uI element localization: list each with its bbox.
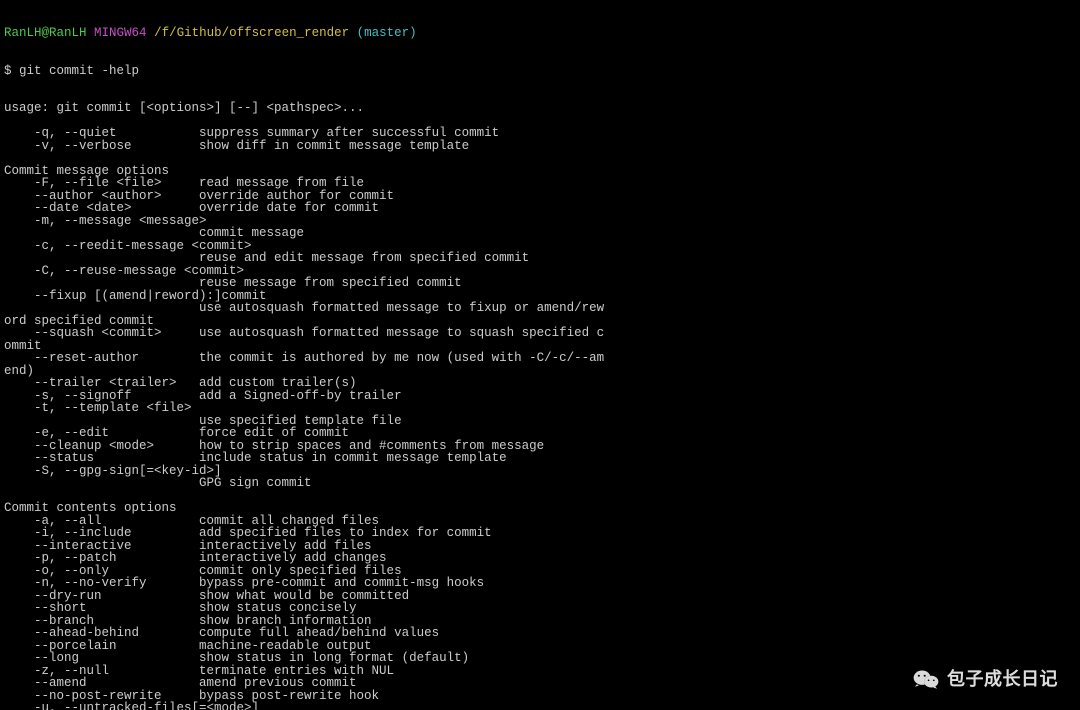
prompt-user: RanLH@RanLH (4, 26, 87, 40)
prompt-path: /f/Github/offscreen_render (154, 26, 349, 40)
wechat-icon (913, 668, 939, 690)
prompt-branch: (master) (357, 26, 417, 40)
watermark: 包子成长日记 (913, 668, 1058, 690)
command-output: usage: git commit [<options>] [--] <path… (4, 102, 1076, 710)
prompt-line: RanLH@RanLH MINGW64 /f/Github/offscreen_… (4, 27, 1076, 40)
command-line: $ git commit -help (4, 65, 1076, 78)
terminal-window[interactable]: RanLH@RanLH MINGW64 /f/Github/offscreen_… (0, 0, 1080, 710)
watermark-text: 包子成长日记 (947, 673, 1058, 686)
prompt-shell: MINGW64 (94, 26, 147, 40)
command-text: git commit -help (19, 64, 139, 78)
prompt-dollar: $ (4, 64, 12, 78)
